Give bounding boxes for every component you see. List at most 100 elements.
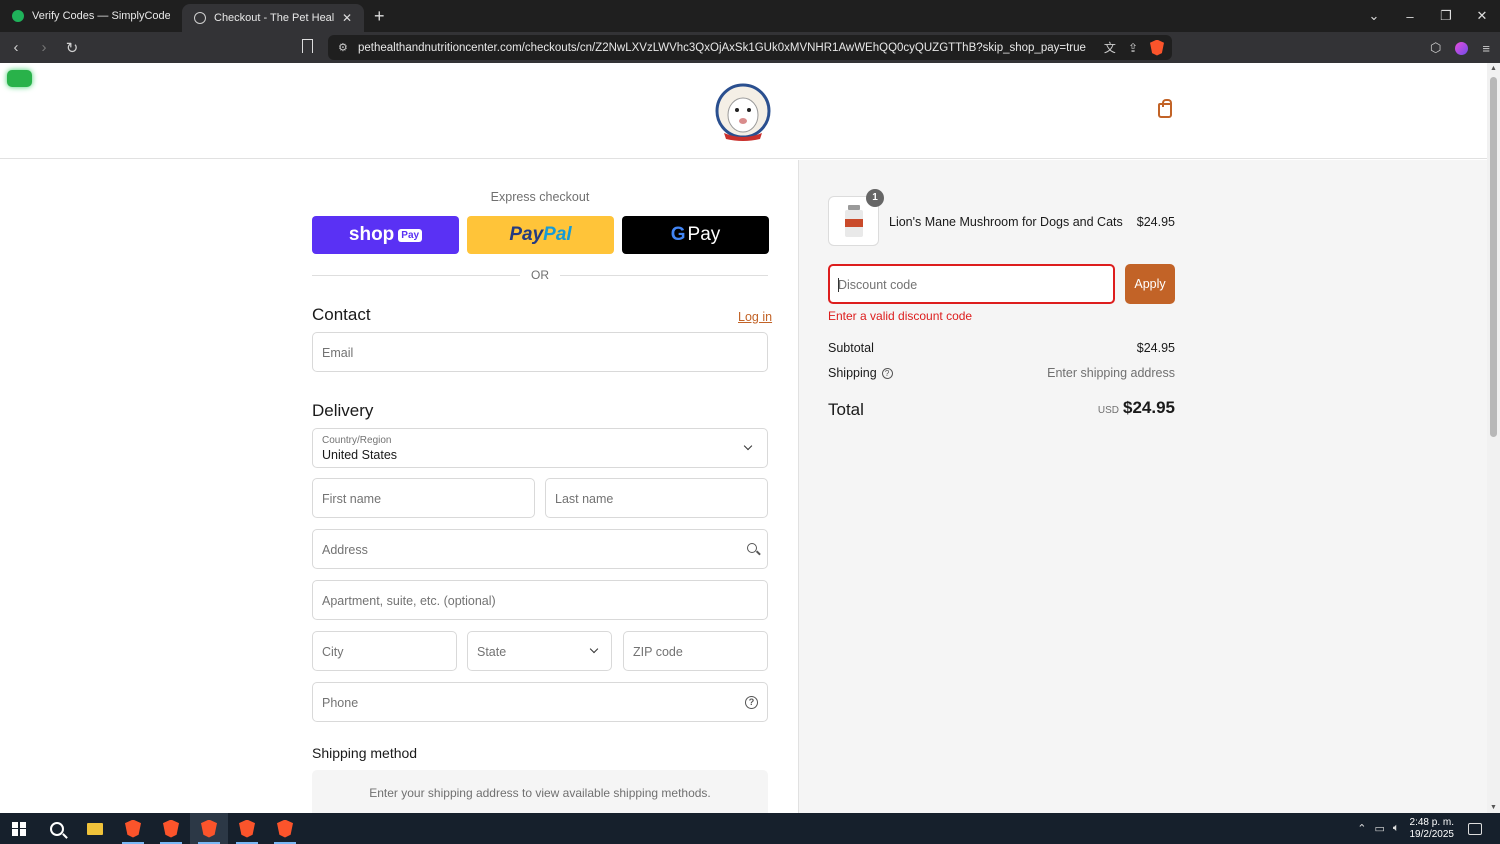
email-field[interactable]: Email: [312, 332, 768, 372]
tab-checkout[interactable]: Checkout - The Pet Health and ✕: [182, 4, 364, 32]
chevron-up-icon[interactable]: ⌃: [1357, 822, 1366, 835]
reload-icon[interactable]: ↻: [60, 39, 84, 57]
supplement-bottle-icon: [845, 205, 863, 237]
windows-taskbar: ⌃ ▭ 🔈︎ 2:48 p. m. 19/2/2025: [0, 813, 1500, 844]
subtotal-label: Subtotal: [828, 341, 874, 355]
page-scrollbar[interactable]: ▲ ▼: [1487, 63, 1500, 813]
shipping-label: Shipping: [828, 366, 877, 380]
brave-icon: [125, 819, 141, 838]
product-price: $24.95: [1136, 215, 1175, 229]
info-icon[interactable]: ?: [881, 368, 893, 380]
help-icon[interactable]: ?: [745, 696, 758, 709]
bookmark-icon[interactable]: [302, 39, 313, 53]
scroll-down-icon[interactable]: ▼: [1490, 804, 1497, 811]
tab-title: Verify Codes — SimplyCodes: [32, 10, 170, 22]
quantity-badge: 1: [866, 189, 884, 207]
zip-placeholder: ZIP code: [633, 645, 683, 659]
express-checkout-title: Express checkout: [490, 190, 590, 204]
tab-list-icon[interactable]: ⌄: [1356, 8, 1392, 24]
last-name-field[interactable]: Last name: [545, 478, 768, 518]
chevron-down-icon: [589, 644, 599, 654]
taskbar-brave-5[interactable]: [266, 813, 304, 844]
state-select[interactable]: State: [467, 631, 612, 671]
browser-toolbar: ‹ › ↻ ⚙ pethealthandnutritioncenter.com/…: [0, 32, 1500, 63]
total-row: USD $24.95: [1098, 398, 1175, 418]
apartment-placeholder: Apartment, suite, etc. (optional): [322, 594, 496, 608]
url-text[interactable]: pethealthandnutritioncenter.com/checkout…: [358, 42, 1086, 54]
menu-icon[interactable]: ≡: [1482, 41, 1490, 56]
search-icon: [747, 543, 757, 553]
browser-tab-bar: Verify Codes — SimplyCodes Checkout - Th…: [0, 0, 1500, 32]
extensions-icon[interactable]: ⬡: [1430, 40, 1441, 56]
folder-icon: [87, 822, 103, 835]
first-name-field[interactable]: First name: [312, 478, 535, 518]
country-select[interactable]: Country/Region United States: [312, 428, 768, 468]
new-tab-icon[interactable]: +: [374, 6, 385, 27]
brave-shields-icon[interactable]: [1150, 39, 1164, 56]
paypal-pay-word: Pay: [509, 224, 544, 245]
restore-icon[interactable]: ❐: [1428, 8, 1464, 24]
clock[interactable]: 2:48 p. m. 19/2/2025: [1410, 817, 1455, 841]
shipping-row: Shipping?: [828, 366, 893, 380]
paypal-button[interactable]: Pay Pal: [467, 216, 614, 254]
clock-date: 19/2/2025: [1409, 828, 1455, 840]
total-currency: USD: [1097, 405, 1119, 416]
shopping-bag-icon[interactable]: [1158, 99, 1172, 118]
translate-icon[interactable]: 文: [1104, 39, 1116, 56]
brave-icon: [277, 819, 293, 838]
first-name-placeholder: First name: [322, 492, 382, 506]
shipping-method-note: Enter your shipping address to view avai…: [312, 770, 768, 813]
back-icon[interactable]: ‹: [4, 39, 28, 56]
taskbar-brave-3[interactable]: [190, 813, 228, 844]
taskbar-file-explorer[interactable]: [76, 813, 114, 844]
shop-pay-tag: Pay: [398, 228, 423, 242]
shop-pay-word: shop: [348, 224, 395, 245]
minimize-icon[interactable]: –: [1392, 9, 1428, 24]
close-window-icon[interactable]: ✕: [1464, 8, 1500, 24]
start-button[interactable]: [0, 813, 38, 844]
checkout-page: Express checkout shop Pay Pay Pal G Pay O…: [0, 63, 1487, 813]
tab-simplycodes[interactable]: Verify Codes — SimplyCodes: [0, 0, 182, 32]
search-icon: [50, 821, 64, 836]
city-placeholder: City: [322, 645, 344, 659]
taskbar-brave-2[interactable]: [152, 813, 190, 844]
login-link[interactable]: Log in: [738, 310, 772, 324]
delivery-title: Delivery: [312, 401, 374, 420]
notifications-icon[interactable]: [1468, 822, 1482, 835]
network-icon[interactable]: ▭: [1374, 822, 1384, 835]
last-name-placeholder: Last name: [555, 492, 614, 506]
clock-time: 2:48 p. m.: [1409, 816, 1454, 828]
close-tab-icon[interactable]: ✕: [342, 11, 352, 25]
checkout-form-column: Express checkout shop Pay Pay Pal G Pay O…: [0, 160, 798, 813]
address-bar[interactable]: ⚙ pethealthandnutritioncenter.com/checko…: [328, 35, 1172, 60]
shop-pay-button[interactable]: shop Pay: [312, 216, 459, 254]
country-value: United States: [322, 448, 398, 462]
shipping-method-title: Shipping method: [312, 745, 418, 761]
profile-icon[interactable]: [1455, 41, 1469, 55]
site-info-icon[interactable]: ⚙: [338, 41, 352, 54]
scroll-up-icon[interactable]: ▲: [1490, 65, 1497, 72]
google-pay-button[interactable]: G Pay: [622, 216, 769, 254]
address-field[interactable]: Address: [312, 529, 768, 569]
taskbar-brave-1[interactable]: [114, 813, 152, 844]
share-icon[interactable]: ⇪: [1128, 41, 1138, 55]
taskbar-brave-4[interactable]: [228, 813, 266, 844]
store-logo[interactable]: [704, 77, 782, 143]
volume-icon[interactable]: 🔈︎: [1393, 822, 1400, 835]
order-summary-column: 1 Lion's Mane Mushroom for Dogs and Cats…: [798, 160, 1487, 813]
city-field[interactable]: City: [312, 631, 457, 671]
apply-button[interactable]: Apply: [1125, 264, 1175, 304]
apartment-field[interactable]: Apartment, suite, etc. (optional): [312, 580, 768, 620]
zip-field[interactable]: ZIP code: [623, 631, 768, 671]
email-placeholder: Email: [322, 346, 354, 360]
taskbar-search[interactable]: [38, 813, 76, 844]
country-label: Country/Region: [322, 435, 392, 446]
address-placeholder: Address: [322, 543, 368, 557]
forward-icon[interactable]: ›: [32, 39, 56, 56]
scroll-thumb[interactable]: [1490, 77, 1497, 437]
discount-code-field[interactable]: Discount code: [828, 264, 1115, 304]
google-g-icon: G: [670, 224, 686, 245]
chevron-down-icon: [743, 441, 753, 451]
or-divider: OR: [312, 268, 768, 282]
phone-field[interactable]: Phone ?: [312, 682, 768, 722]
